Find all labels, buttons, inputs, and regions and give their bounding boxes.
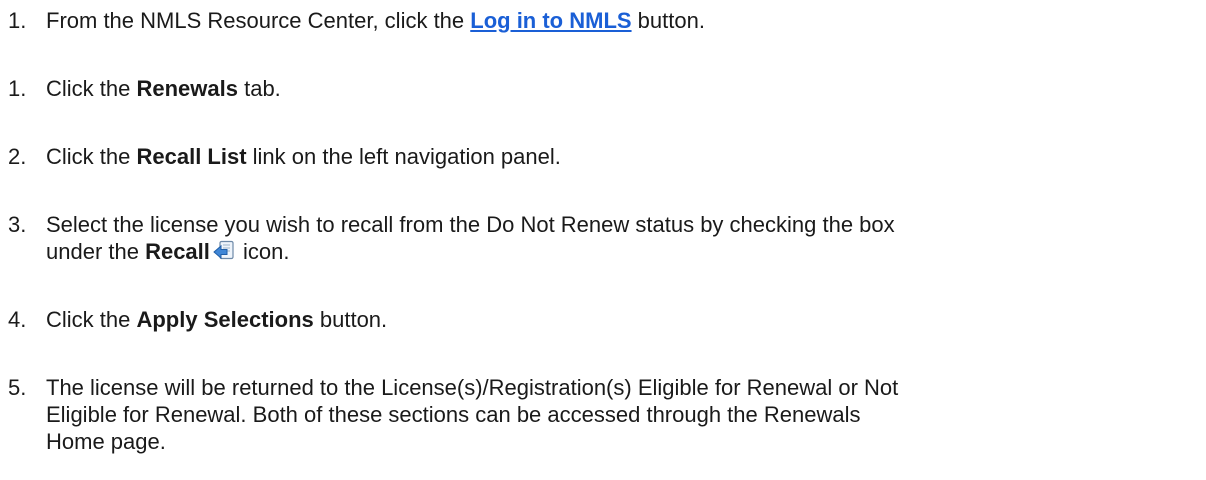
step-text-line3: Home page. (46, 429, 166, 454)
step-text: Click the Apply Selections button. (46, 306, 1196, 333)
step-text-before: Click the (46, 307, 137, 332)
recall-label: Recall (145, 239, 210, 264)
step-text: The license will be returned to the Lice… (46, 374, 1196, 455)
step-number: 1. (8, 8, 27, 33)
renewals-label: Renewals (136, 76, 238, 101)
step-text: Select the license you wish to recall fr… (46, 211, 1196, 268)
step-text-before: From the NMLS Resource Center, click the (46, 8, 471, 33)
apply-selections-label: Apply Selections (136, 307, 314, 332)
step-text: Click the Renewals tab. (46, 75, 1196, 102)
step-number: 5. (8, 375, 27, 400)
step-text: Click the Recall List link on the left n… (46, 143, 1196, 170)
step-text-line2: Eligible for Renewal. Both of these sect… (46, 402, 861, 427)
step-text-before: Click the (46, 144, 137, 169)
step-text-after: link on the left navigation panel. (246, 144, 561, 169)
step-text-after: tab. (237, 76, 281, 101)
step-number: 2. (8, 144, 27, 169)
recall-list-label: Recall List (136, 144, 247, 169)
step-text-line2: under the Recall icon. (46, 238, 1196, 268)
step-text-after: button. (631, 8, 705, 33)
step-text: From the NMLS Resource Center, click the… (46, 7, 1196, 34)
log-in-to-nmls-link[interactable]: Log in to NMLS (470, 8, 631, 33)
step-number: 3. (8, 212, 27, 237)
step-text-after: button. (313, 307, 388, 332)
step-text-before: Click the (46, 76, 137, 101)
step-number: 1. (8, 76, 27, 101)
step-number: 4. (8, 307, 27, 332)
recall-icon (213, 240, 235, 268)
step-text-line1: The license will be returned to the Lice… (46, 375, 899, 400)
step-text-before: under the (46, 239, 146, 264)
step-text-line1: Select the license you wish to recall fr… (46, 212, 895, 237)
step-text-after: icon. (236, 239, 290, 264)
